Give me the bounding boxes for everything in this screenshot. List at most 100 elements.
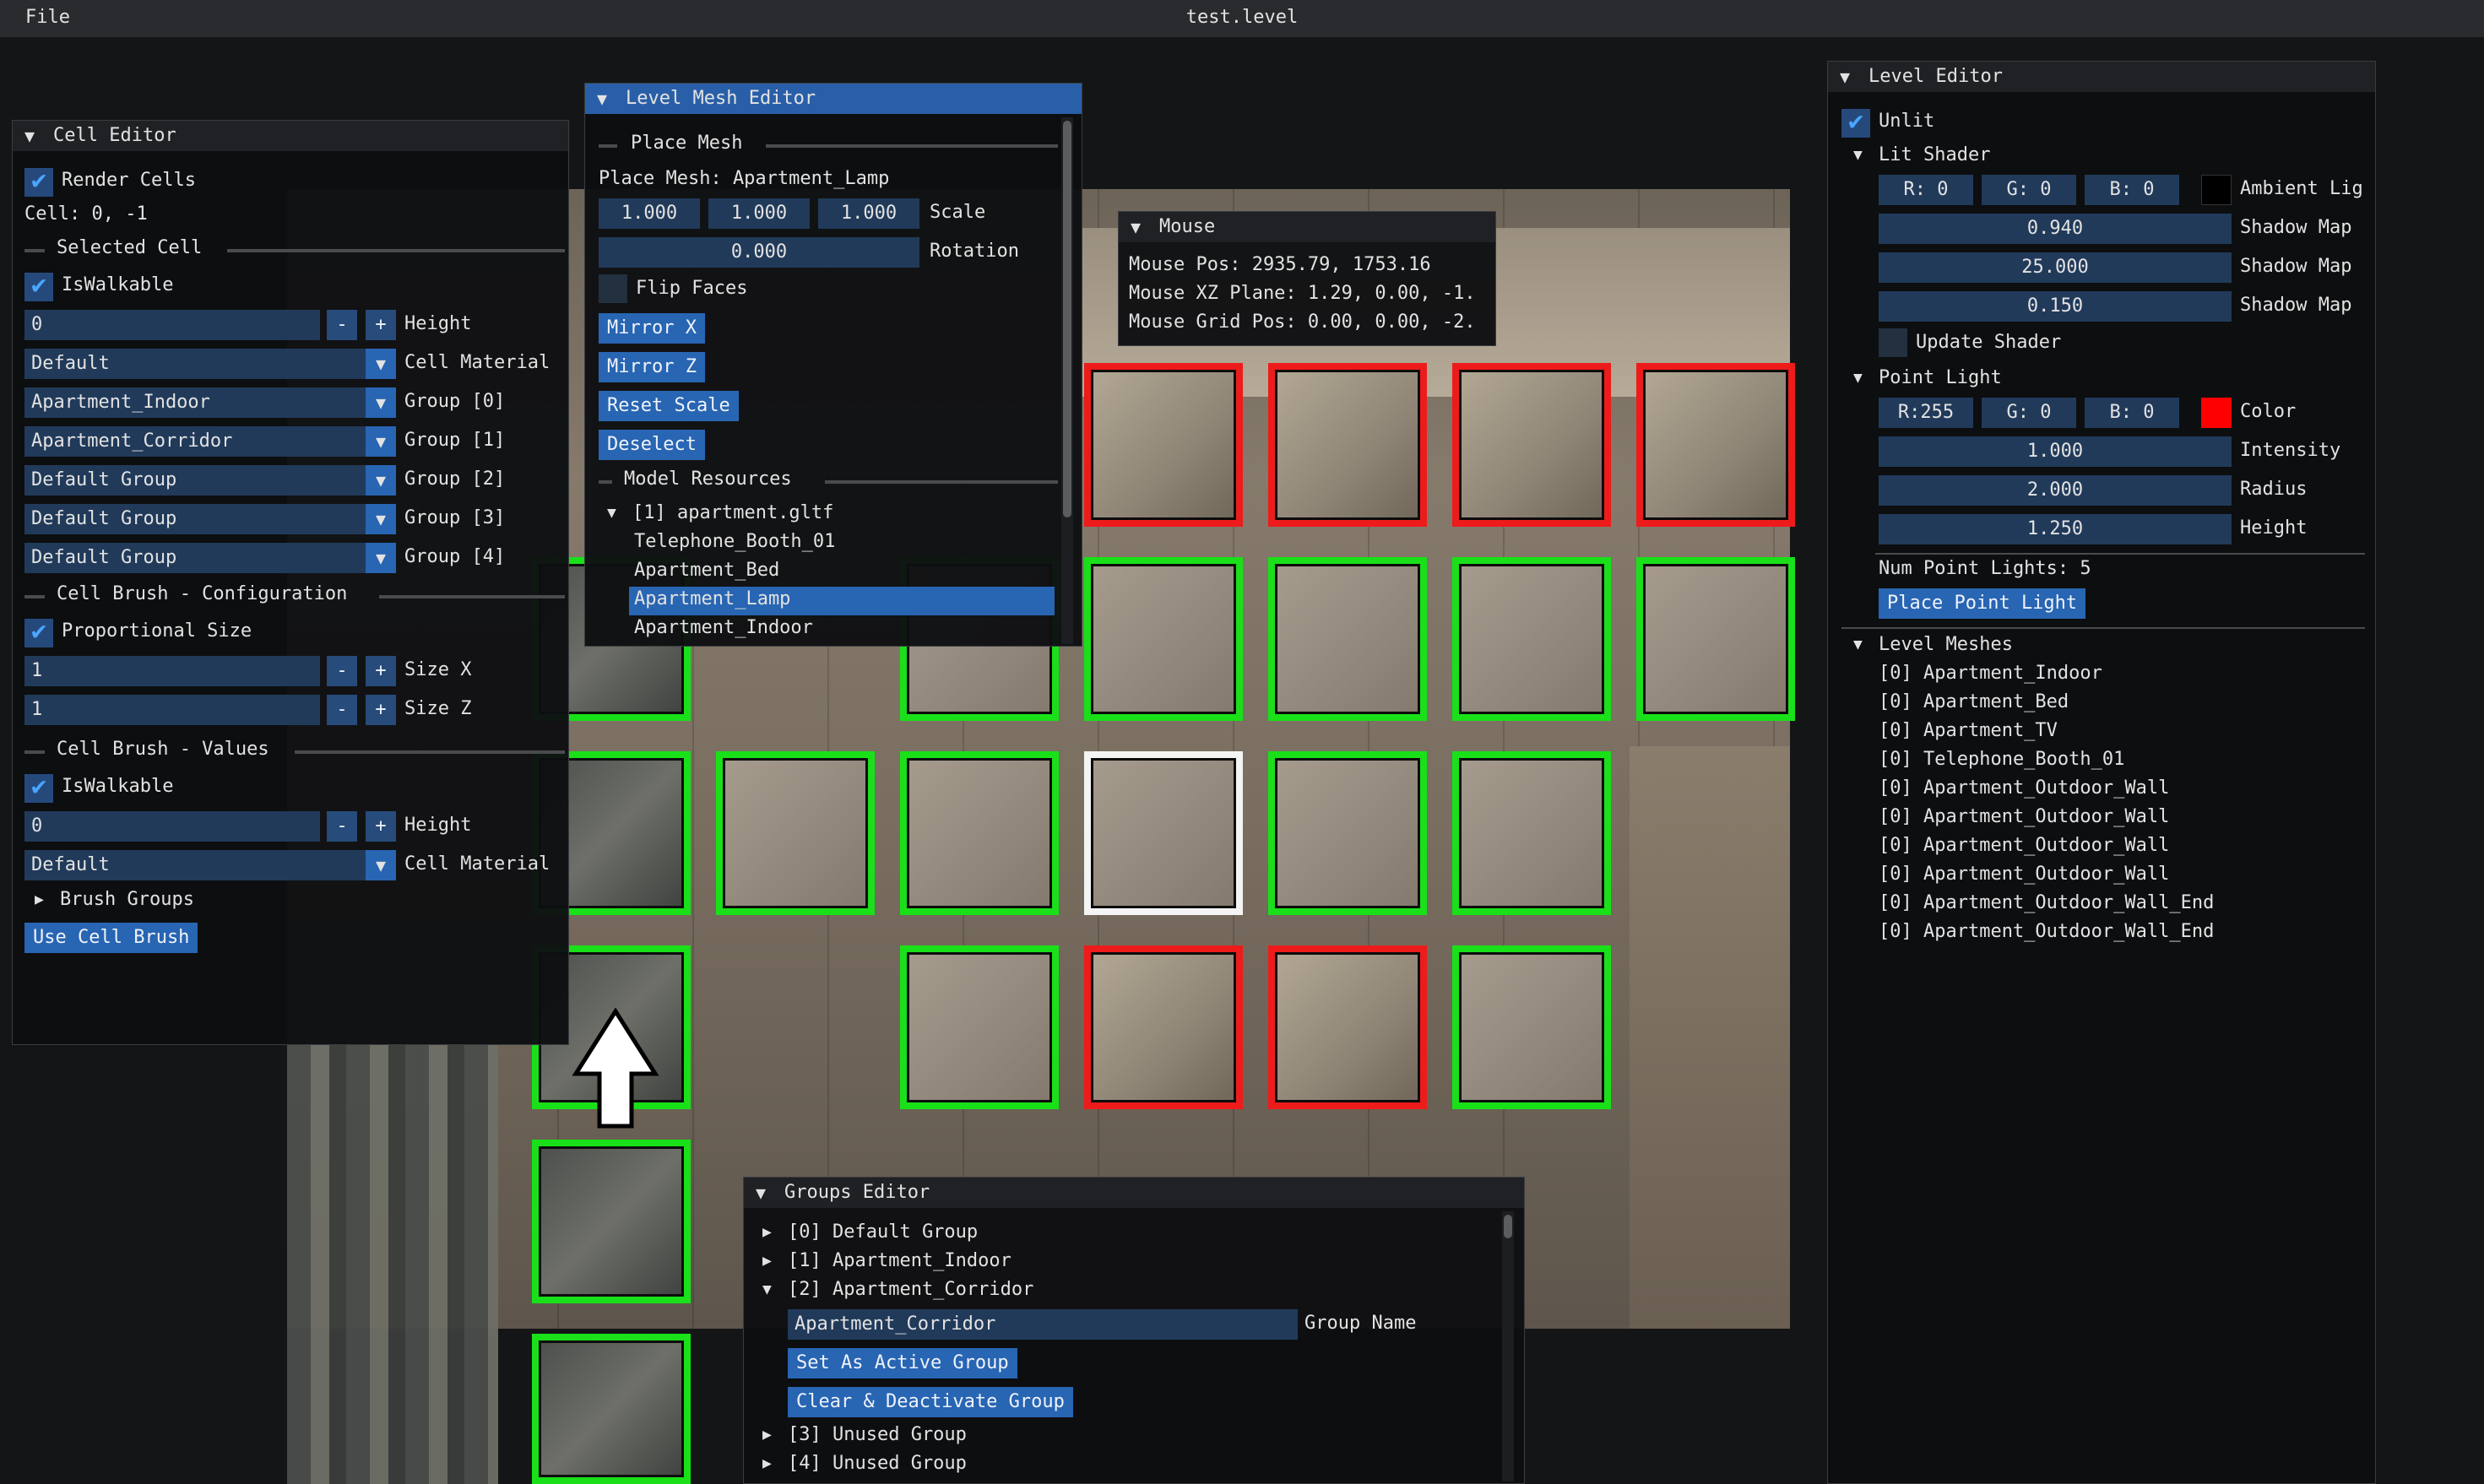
clear-deactivate-group-button[interactable]: Clear & Deactivate Group xyxy=(788,1387,1073,1417)
level-editor-header[interactable]: ▼ Level Editor xyxy=(1828,62,2375,92)
combo-arrow-icon[interactable]: ▼ xyxy=(366,349,396,379)
render-cells-checkbox[interactable]: ✔ xyxy=(24,168,53,197)
level-meshes-tree[interactable]: Level Meshes xyxy=(1879,634,2013,655)
combo-arrow-icon[interactable]: ▼ xyxy=(366,387,396,418)
resource-item[interactable]: Apartment_Indoor xyxy=(634,617,813,638)
grid-cell[interactable] xyxy=(1084,945,1243,1109)
grid-cell[interactable] xyxy=(1452,945,1611,1109)
grid-cell[interactable] xyxy=(1452,751,1611,915)
brush-groups-tree[interactable]: Brush Groups xyxy=(60,889,194,910)
size-z-increment-button[interactable]: + xyxy=(366,695,396,725)
mesh-item[interactable]: [0] Apartment_Outdoor_Wall xyxy=(1879,864,2169,885)
combo-arrow-icon[interactable]: ▼ xyxy=(366,426,396,457)
mesh-item[interactable]: [0] Apartment_Outdoor_Wall_End xyxy=(1879,892,2214,913)
group-tree-item[interactable]: [1] Apartment_Indoor xyxy=(788,1250,1011,1271)
triangle-down-icon[interactable]: ▼ xyxy=(756,1178,766,1208)
mesh-item[interactable]: [0] Apartment_Outdoor_Wall_End xyxy=(1879,921,2214,942)
brush-height-input[interactable]: 0 xyxy=(24,811,320,842)
combo-arrow-icon[interactable]: ▼ xyxy=(366,543,396,573)
shadow-map-input[interactable]: 0.150 xyxy=(1879,291,2232,322)
resource-item[interactable]: Telephone_Booth_01 xyxy=(634,531,835,552)
scale-x-input[interactable]: 1.000 xyxy=(599,198,700,229)
reset-scale-button[interactable]: Reset Scale xyxy=(599,391,739,421)
grid-cell[interactable] xyxy=(1636,363,1795,527)
light-g-input[interactable]: G: 0 xyxy=(1982,398,2076,428)
size-z-decrement-button[interactable]: - xyxy=(327,695,357,725)
shadow-map-input[interactable]: 25.000 xyxy=(1879,252,2232,283)
group-tree-item[interactable]: [3] Unused Group xyxy=(788,1424,967,1445)
intensity-input[interactable]: 1.000 xyxy=(1879,436,2232,467)
grid-cell[interactable] xyxy=(1084,557,1243,721)
ambient-g-input[interactable]: G: 0 xyxy=(1982,175,2076,205)
ambient-b-input[interactable]: B: 0 xyxy=(2085,175,2179,205)
brush-height-decrement-button[interactable]: - xyxy=(327,811,357,842)
scroll-thumb[interactable] xyxy=(1504,1215,1512,1238)
scale-z-input[interactable]: 1.000 xyxy=(818,198,919,229)
update-shader-checkbox[interactable] xyxy=(1879,328,1907,357)
group-0-combo[interactable]: Apartment_Indoor xyxy=(24,387,366,418)
triangle-down-icon[interactable]: ▼ xyxy=(1840,62,1850,92)
resource-item-selected[interactable]: Apartment_Lamp xyxy=(634,588,790,609)
grid-cell-selected[interactable] xyxy=(1084,751,1243,915)
group-tree-item[interactable]: [0] Default Group xyxy=(788,1221,978,1243)
light-r-input[interactable]: R:255 xyxy=(1879,398,1973,428)
is-walkable-checkbox[interactable]: ✔ xyxy=(24,273,53,301)
scale-y-input[interactable]: 1.000 xyxy=(708,198,810,229)
shadow-map-input[interactable]: 0.940 xyxy=(1879,214,2232,244)
grid-cell[interactable] xyxy=(1268,363,1427,527)
combo-arrow-icon[interactable]: ▼ xyxy=(366,504,396,534)
rotation-input[interactable]: 0.000 xyxy=(599,237,919,268)
place-point-light-button[interactable]: Place Point Light xyxy=(1879,588,2086,619)
brush-is-walkable-checkbox[interactable]: ✔ xyxy=(24,774,53,803)
proportional-size-checkbox[interactable]: ✔ xyxy=(24,619,53,647)
grid-cell[interactable] xyxy=(532,1140,691,1303)
mesh-item[interactable]: [0] Apartment_Bed xyxy=(1879,691,2069,712)
triangle-down-icon[interactable]: ▼ xyxy=(597,84,607,114)
group-tree-item[interactable]: [4] Unused Group xyxy=(788,1453,967,1474)
cell-editor-header[interactable]: ▼ Cell Editor xyxy=(13,121,568,151)
combo-arrow-icon[interactable]: ▼ xyxy=(366,850,396,880)
set-active-group-button[interactable]: Set As Active Group xyxy=(788,1348,1017,1378)
size-x-decrement-button[interactable]: - xyxy=(327,656,357,686)
deselect-button[interactable]: Deselect xyxy=(599,430,705,460)
group-tree-item[interactable]: [2] Apartment_Corridor xyxy=(788,1279,1033,1300)
height-input[interactable]: 0 xyxy=(24,310,320,340)
mesh-item[interactable]: [0] Apartment_Indoor xyxy=(1879,663,2102,684)
mirror-x-button[interactable]: Mirror X xyxy=(599,313,705,344)
grid-cell[interactable] xyxy=(1452,363,1611,527)
point-light-tree[interactable]: Point Light xyxy=(1879,367,2002,388)
mesh-item[interactable]: [0] Apartment_Outdoor_Wall xyxy=(1879,806,2169,827)
light-color-swatch[interactable] xyxy=(2201,398,2232,428)
height-decrement-button[interactable]: - xyxy=(327,310,357,340)
mesh-item[interactable]: [0] Apartment_Outdoor_Wall xyxy=(1879,835,2169,856)
light-b-input[interactable]: B: 0 xyxy=(2085,398,2179,428)
scroll-thumb[interactable] xyxy=(1063,121,1071,517)
size-z-input[interactable]: 1 xyxy=(24,695,320,725)
mesh-item[interactable]: [0] Apartment_Outdoor_Wall xyxy=(1879,777,2169,799)
grid-cell[interactable] xyxy=(1636,557,1795,721)
group-1-combo[interactable]: Apartment_Corridor xyxy=(24,426,366,457)
grid-cell[interactable] xyxy=(1084,363,1243,527)
mesh-item[interactable]: [0] Telephone_Booth_01 xyxy=(1879,749,2124,770)
mirror-z-button[interactable]: Mirror Z xyxy=(599,352,705,382)
combo-arrow-icon[interactable]: ▼ xyxy=(366,465,396,496)
grid-cell[interactable] xyxy=(1268,557,1427,721)
triangle-down-icon[interactable]: ▼ xyxy=(607,504,616,522)
unlit-checkbox[interactable]: ✔ xyxy=(1841,109,1870,138)
triangle-right-icon[interactable]: ▶ xyxy=(762,1252,772,1270)
grid-cell[interactable] xyxy=(900,945,1059,1109)
group-name-input[interactable]: Apartment_Corridor xyxy=(788,1309,1298,1340)
grid-cell[interactable] xyxy=(900,751,1059,915)
triangle-right-icon[interactable]: ▶ xyxy=(762,1223,772,1241)
ambient-r-input[interactable]: R: 0 xyxy=(1879,175,1973,205)
light-height-input[interactable]: 1.250 xyxy=(1879,514,2232,544)
mesh-item[interactable]: [0] Apartment_TV xyxy=(1879,720,2058,741)
lit-shader-tree[interactable]: Lit Shader xyxy=(1879,144,1990,165)
triangle-down-icon[interactable]: ▼ xyxy=(1853,146,1863,164)
triangle-right-icon[interactable]: ▶ xyxy=(762,1426,772,1443)
groups-editor-header[interactable]: ▼ Groups Editor xyxy=(744,1178,1524,1208)
radius-input[interactable]: 2.000 xyxy=(1879,475,2232,506)
scrollbar[interactable] xyxy=(1061,117,1073,644)
group-2-combo[interactable]: Default Group xyxy=(24,465,366,496)
triangle-down-icon[interactable]: ▼ xyxy=(1853,636,1863,653)
